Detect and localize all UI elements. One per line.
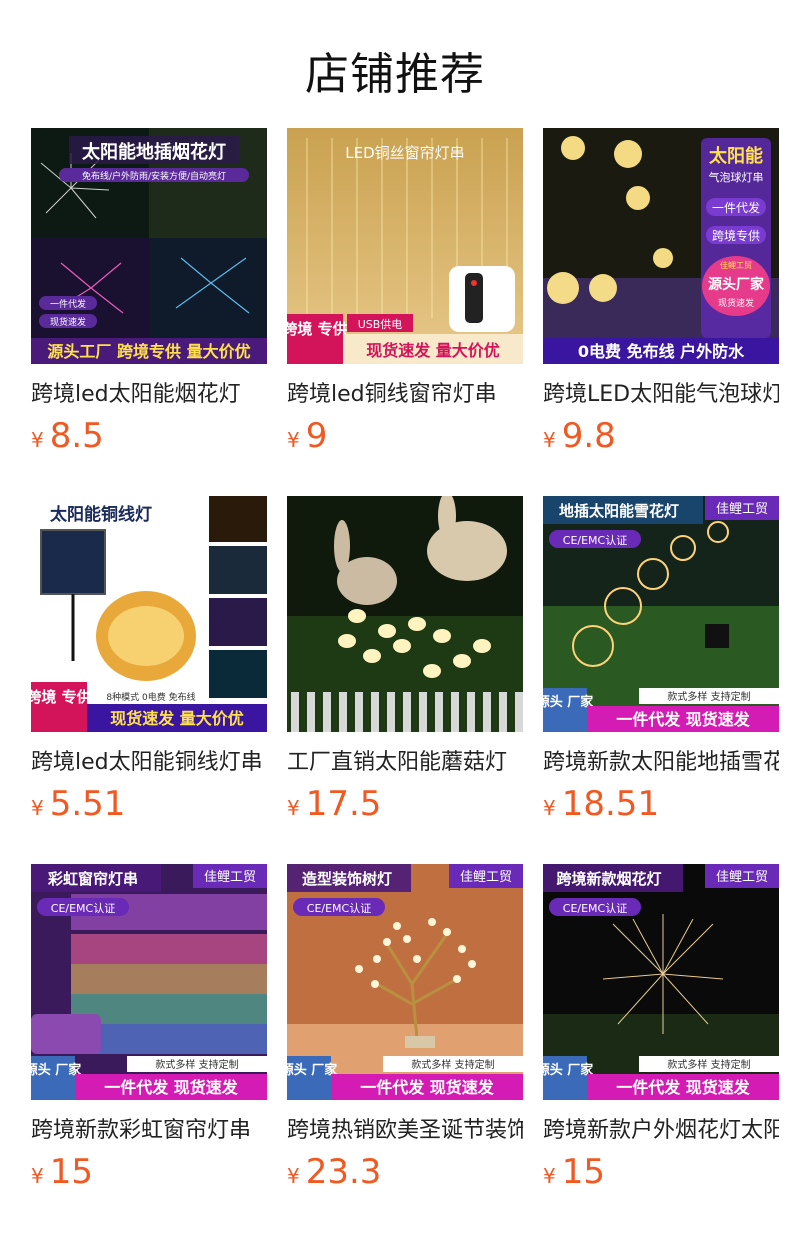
overlay-corner-tag: 跨境 专供 <box>31 688 92 706</box>
currency-symbol: ¥ <box>287 428 300 452</box>
product-image[interactable]: 跨境新款烟花灯 佳鲤工贸 CE/EMC认证 款式多样 支持定制 源头 厂家 一件… <box>543 864 779 1100</box>
price-value: 17.5 <box>305 784 382 824</box>
product-name[interactable]: 跨境热销欧美圣诞节装饰树灯 <box>287 1114 523 1148</box>
overlay-bottom-bar: 一件代发 现货速发 <box>616 710 751 729</box>
currency-symbol: ¥ <box>287 1164 300 1188</box>
overlay-top-label: 太阳能 <box>709 145 763 167</box>
product-image[interactable]: LED铜丝窗帘灯串 跨境 专供 USB供电 现货速发 量大价优 <box>287 128 523 364</box>
product-name[interactable]: 跨境新款彩虹窗帘灯串 <box>31 1114 267 1148</box>
product-name[interactable]: 跨境led太阳能烟花灯 <box>31 378 267 412</box>
product-price: ¥9.8 <box>543 416 616 456</box>
product-image[interactable]: 太阳能 气泡球灯串 一件代发 跨境专供 佳鲤工贸 源头厂家 现货速发 0电费 免… <box>543 128 779 364</box>
overlay-cert: CE/EMC认证 <box>51 902 115 915</box>
product-price: ¥23.3 <box>287 1152 381 1192</box>
overlay-sub-label: 免布线/户外防雨/安装方便/自动亮灯 <box>82 170 226 182</box>
product-price: ¥15 <box>31 1152 93 1192</box>
overlay-features: 款式多样 支持定制 <box>411 1058 494 1071</box>
overlay-corner-tag: 源头 厂家 <box>543 1062 594 1078</box>
overlay-seal-top: 佳鲤工贸 <box>720 260 752 270</box>
currency-symbol: ¥ <box>31 796 44 820</box>
product-price: ¥9 <box>287 416 327 456</box>
overlay-sub-label: 气泡球灯串 <box>709 170 764 184</box>
product-image[interactable]: 造型装饰树灯 佳鲤工贸 CE/EMC认证 款式多样 支持定制 源头 厂家 一件代… <box>287 864 523 1100</box>
product-price: ¥8.5 <box>31 416 104 456</box>
product-image[interactable] <box>287 496 523 732</box>
currency-symbol: ¥ <box>543 796 556 820</box>
currency-symbol: ¥ <box>287 796 300 820</box>
product-name[interactable]: 跨境新款太阳能地插雪花灯 <box>543 746 779 780</box>
product-name[interactable]: 跨境LED太阳能气泡球灯串 <box>543 378 779 412</box>
overlay-bottom-bar: 一件代发 现货速发 <box>616 1078 751 1097</box>
overlay-top-label: 跨境新款烟花灯 <box>556 870 661 888</box>
overlay-badge: 跨境专供 <box>712 228 760 243</box>
currency-symbol: ¥ <box>31 428 44 452</box>
currency-symbol: ¥ <box>543 428 556 452</box>
currency-symbol: ¥ <box>543 1164 556 1188</box>
overlay-bottom-bar: 一件代发 现货速发 <box>360 1078 495 1097</box>
overlay-top-label: 地插太阳能雪花灯 <box>559 502 679 520</box>
product-image[interactable]: 地插太阳能雪花灯 佳鲤工贸 CE/EMC认证 款式多样 支持定制 源头 厂家 一… <box>543 496 779 732</box>
overlay-corner-tag: 跨境 专供 <box>287 320 348 338</box>
overlay-top-label: 太阳能地插烟花灯 <box>82 141 226 163</box>
page-title: 店铺推荐 <box>305 49 485 100</box>
overlay-brand: 佳鲤工贸 <box>716 870 768 885</box>
overlay-features: 款式多样 支持定制 <box>667 1058 750 1071</box>
overlay-usb-label: USB供电 <box>358 317 403 331</box>
price-value: 15 <box>561 1152 605 1192</box>
price-value: 15 <box>49 1152 93 1192</box>
overlay-top-label: 彩虹窗帘灯串 <box>47 870 138 888</box>
overlay-bottom-bar: 现货速发 量大价优 <box>366 341 500 360</box>
product-image[interactable]: 彩虹窗帘灯串 佳鲤工贸 CE/EMC认证 款式多样 支持定制 源头 厂家 一件代… <box>31 864 267 1100</box>
product-name[interactable]: 跨境led铜线窗帘灯串 <box>287 378 523 412</box>
product-price: ¥15 <box>543 1152 605 1192</box>
product-name[interactable]: 跨境新款户外烟花灯太阳能 <box>543 1114 779 1148</box>
overlay-bottom-bar: 0电费 免布线 户外防水 <box>578 342 745 361</box>
overlay-corner-tag: 源头 厂家 <box>543 694 594 710</box>
product-price: ¥17.5 <box>287 784 381 824</box>
overlay-mode-label: 8种模式 0电费 免布线 <box>106 691 195 703</box>
overlay-cert: CE/EMC认证 <box>563 902 627 915</box>
product-price: ¥5.51 <box>31 784 125 824</box>
overlay-top-label: 造型装饰树灯 <box>302 870 392 888</box>
overlay-corner-tag: 源头 厂家 <box>287 1062 338 1078</box>
overlay-features: 款式多样 支持定制 <box>667 690 750 703</box>
overlay-top-label: LED铜丝窗帘灯串 <box>345 144 464 162</box>
overlay-badge: 现货速发 <box>50 316 86 328</box>
overlay-features: 款式多样 支持定制 <box>155 1058 238 1071</box>
overlay-bottom-bar: 源头工厂 跨境专供 量大价优 <box>47 342 250 361</box>
overlay-brand: 佳鲤工贸 <box>460 870 512 885</box>
overlay-seal-bottom: 现货速发 <box>718 297 754 309</box>
currency-symbol: ¥ <box>31 1164 44 1188</box>
overlay-badge: 一件代发 <box>712 200 760 215</box>
overlay-brand: 佳鲤工贸 <box>204 870 256 885</box>
overlay-brand: 佳鲤工贸 <box>716 502 768 517</box>
overlay-top-label: 太阳能铜线灯 <box>50 504 152 525</box>
overlay-seal-main: 源头厂家 <box>708 276 765 293</box>
product-name[interactable]: 跨境led太阳能铜线灯串 <box>31 746 267 780</box>
price-value: 18.51 <box>561 784 660 824</box>
price-value: 9.8 <box>561 416 616 456</box>
price-value: 8.5 <box>49 416 104 456</box>
product-image[interactable]: 太阳能地插烟花灯 免布线/户外防雨/安装方便/自动亮灯 一件代发 现货速发 源头… <box>31 128 267 364</box>
price-value: 23.3 <box>305 1152 382 1192</box>
overlay-cert: CE/EMC认证 <box>563 534 627 547</box>
product-name[interactable]: 工厂直销太阳能蘑菇灯 <box>287 746 523 780</box>
price-value: 5.51 <box>49 784 126 824</box>
overlay-badge: 一件代发 <box>50 298 86 310</box>
overlay-corner-tag: 源头 厂家 <box>31 1062 82 1078</box>
product-image[interactable]: 太阳能铜线灯 跨境 专供 8种模式 0电费 免布线 现货速发 量大价优 <box>31 496 267 732</box>
overlay-cert: CE/EMC认证 <box>307 902 371 915</box>
price-value: 9 <box>305 416 328 456</box>
overlay-bottom-bar: 现货速发 量大价优 <box>110 709 244 728</box>
product-price: ¥18.51 <box>543 784 659 824</box>
overlay-bottom-bar: 一件代发 现货速发 <box>104 1078 239 1097</box>
